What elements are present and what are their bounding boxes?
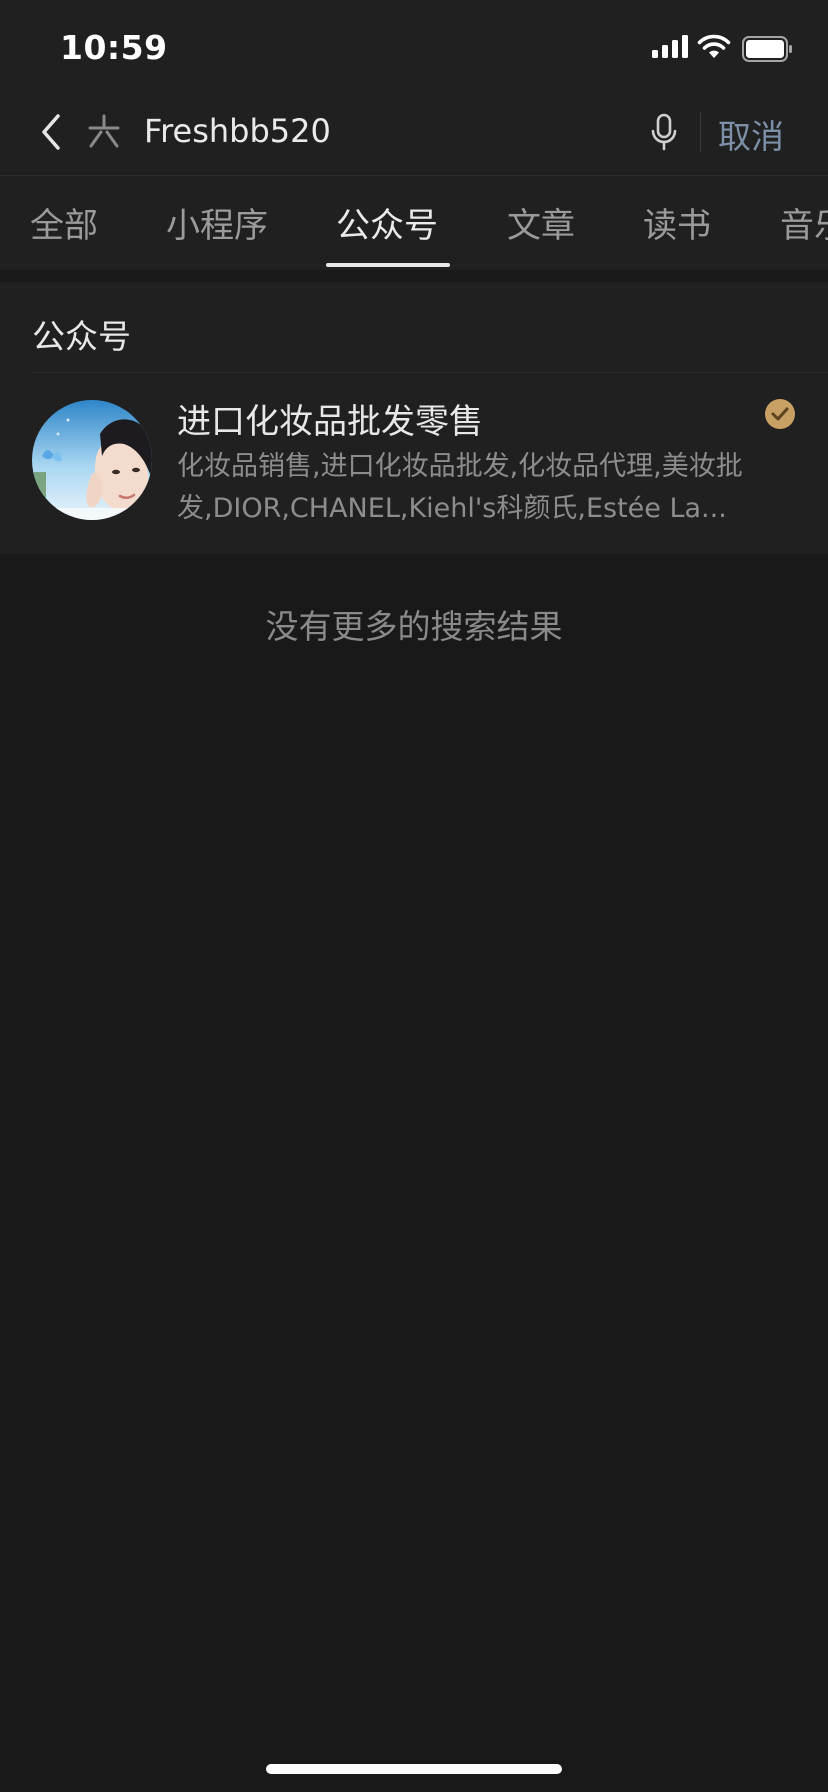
status-time: 10:59: [60, 28, 168, 67]
active-tab-indicator: [326, 263, 450, 267]
avatar: [32, 400, 152, 520]
section-divider: [32, 372, 828, 373]
results-section: 公众号 进口化妆品批发零售 化妆品销售,进口化妆品批发,化妆品代理,美妆批发,D…: [0, 282, 828, 554]
account-name: 进口化妆品批发零售: [177, 402, 483, 442]
wifi-icon: [697, 34, 731, 58]
tab-books[interactable]: 读书: [643, 198, 711, 247]
tab-articles[interactable]: 文章: [507, 198, 575, 247]
section-title: 公众号: [32, 317, 131, 356]
search-input[interactable]: [144, 108, 604, 154]
search-engine-icon: [88, 114, 120, 148]
battery-icon: [742, 36, 792, 62]
search-bar: 取消: [0, 98, 828, 176]
search-category-tabs: 全部 小程序 公众号 文章 读书 音乐: [0, 176, 828, 270]
account-description: 化妆品销售,进口化妆品批发,化妆品代理,美妆批发,DIOR,CHANEL,Kie…: [177, 451, 743, 524]
status-bar: 10:59: [0, 0, 828, 98]
cellular-signal-icon: [652, 35, 688, 58]
search-divider: [700, 112, 701, 152]
verified-badge-icon: [765, 399, 795, 429]
back-chevron-icon[interactable]: [36, 110, 64, 154]
tab-all[interactable]: 全部: [30, 198, 98, 247]
no-more-results-text: 没有更多的搜索结果: [265, 607, 563, 646]
tab-mini-programs[interactable]: 小程序: [166, 198, 268, 247]
home-indicator[interactable]: [266, 1764, 562, 1774]
cancel-button[interactable]: 取消: [718, 110, 784, 158]
account-result-row[interactable]: 进口化妆品批发零售 化妆品销售,进口化妆品批发,化妆品代理,美妆批发,DIOR,…: [0, 374, 828, 554]
tab-official-accounts[interactable]: 公众号: [336, 198, 438, 247]
microphone-icon[interactable]: [648, 112, 680, 152]
tab-music[interactable]: 音乐: [780, 198, 828, 247]
